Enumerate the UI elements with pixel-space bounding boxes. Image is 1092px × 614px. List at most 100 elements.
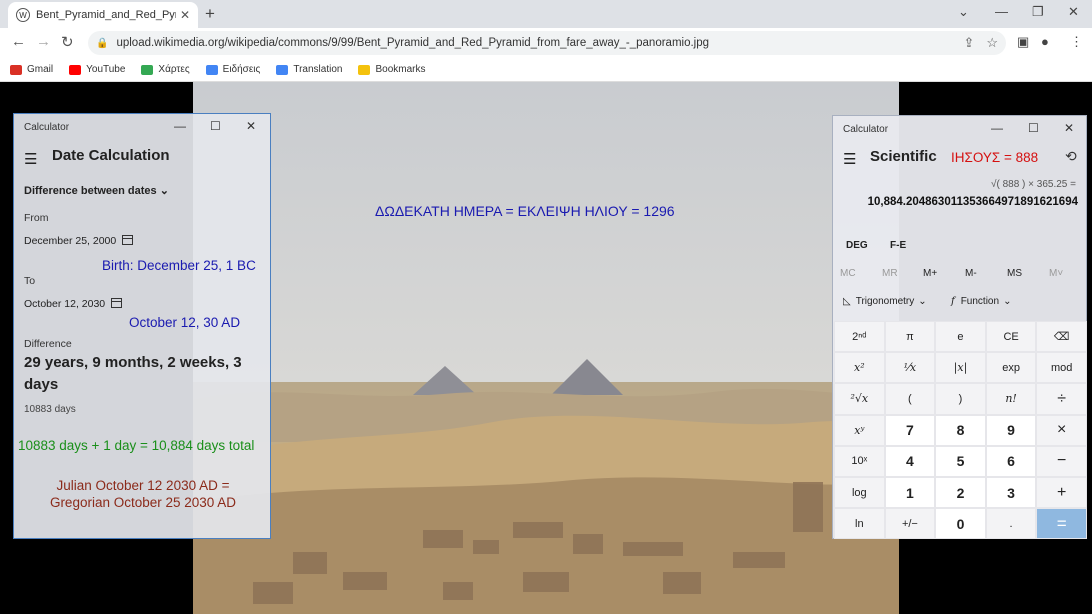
- key-button[interactable]: exp: [985, 352, 1037, 384]
- history-icon[interactable]: ⟲: [1065, 148, 1077, 165]
- trigonometry-label: Trigonometry: [855, 296, 915, 307]
- to-date-picker[interactable]: October 12, 2030: [24, 298, 123, 310]
- key-button[interactable]: 3: [985, 476, 1037, 509]
- key-button[interactable]: 5: [935, 445, 986, 477]
- new-tab-button[interactable]: +: [205, 4, 215, 24]
- key-button[interactable]: log: [834, 476, 885, 509]
- key-button[interactable]: 1: [884, 476, 936, 509]
- menu-dots-icon[interactable]: ⋮: [1070, 34, 1083, 50]
- key-button[interactable]: .: [985, 508, 1037, 540]
- memory-button[interactable]: MR: [882, 268, 898, 279]
- hamburger-menu-icon[interactable]: ☰: [24, 150, 37, 168]
- difference-label: Difference: [24, 338, 72, 350]
- key-button[interactable]: ): [935, 383, 986, 415]
- bookmark-item[interactable]: Ειδήσεις: [205, 64, 260, 75]
- restore-icon[interactable]: ❐: [1032, 4, 1044, 20]
- key-button[interactable]: |x|: [935, 352, 986, 384]
- bookmark-label: Translation: [293, 64, 343, 75]
- trigonometry-dropdown[interactable]: ◺ Trigonometry ⌄: [843, 296, 927, 307]
- key-button[interactable]: ¹⁄x: [884, 352, 936, 384]
- chevron-down-icon: ⌄: [918, 296, 927, 307]
- keypad: 2ⁿᵈ π e CE ⌫ x² ¹⁄x |x| exp mod ²√x() n! ÷ xʸ 7 8 9 × 10ˣ 4…: [834, 321, 1087, 540]
- share-icon[interactable]: ⇪: [963, 35, 974, 51]
- key-button[interactable]: mod: [1036, 352, 1087, 384]
- key-button[interactable]: ÷: [1036, 383, 1087, 415]
- memory-button[interactable]: MS: [1007, 268, 1022, 279]
- key-button[interactable]: 6: [985, 445, 1037, 477]
- key-button[interactable]: ⌫: [1036, 321, 1087, 353]
- triangle-icon: ◺: [843, 296, 851, 307]
- key-button[interactable]: 2ⁿᵈ: [834, 321, 885, 353]
- key-button[interactable]: CE: [985, 321, 1037, 353]
- key-button[interactable]: 0: [935, 508, 986, 540]
- bookmark-icon: [10, 64, 22, 75]
- key-button[interactable]: ln: [834, 508, 885, 540]
- key-button[interactable]: 8: [935, 414, 986, 446]
- bookmark-item[interactable]: Gmail: [10, 64, 53, 75]
- key-button[interactable]: x²: [834, 352, 885, 384]
- key-button[interactable]: ×: [1036, 414, 1087, 446]
- date-calculator-window: Calculator — ☐ ✕ ☰ Date Calculation Diff…: [13, 113, 271, 539]
- close-icon[interactable]: ✕: [1064, 121, 1074, 135]
- from-date-value: December 25, 2000: [24, 235, 117, 247]
- minimize-icon[interactable]: —: [991, 121, 1003, 135]
- bookmark-icon: [276, 64, 289, 75]
- close-window-icon[interactable]: ✕: [1068, 4, 1079, 20]
- key-button[interactable]: 9: [985, 414, 1037, 446]
- maximize-icon[interactable]: ☐: [1028, 121, 1039, 135]
- key-button[interactable]: +/−: [884, 508, 936, 540]
- mode-dropdown[interactable]: Difference between dates ⌄: [24, 184, 169, 197]
- bookmark-item[interactable]: Χάρτες: [141, 64, 190, 75]
- forward-icon[interactable]: →: [36, 33, 51, 50]
- bookmark-star-icon[interactable]: ☆: [986, 35, 998, 51]
- memory-button[interactable]: M˅: [1049, 268, 1063, 279]
- key-button[interactable]: 10ˣ: [834, 445, 885, 477]
- to-label: To: [24, 275, 36, 287]
- key-button[interactable]: −: [1036, 445, 1087, 477]
- page-title: Scientific: [870, 148, 937, 165]
- key-button[interactable]: (: [884, 383, 936, 415]
- memory-button[interactable]: MC: [840, 268, 856, 279]
- expression-display: √( 888 ) × 365.25 =: [991, 179, 1076, 190]
- calendar-icon: [111, 298, 123, 308]
- key-button[interactable]: 4: [884, 445, 936, 477]
- function-label: Function: [960, 296, 1000, 307]
- from-date-picker[interactable]: December 25, 2000: [24, 235, 134, 247]
- chevron-down-icon: ⌄: [1003, 296, 1012, 307]
- side-panel-icon[interactable]: ▣: [1017, 34, 1029, 50]
- browser-tab[interactable]: W Bent_Pyramid_and_Red_Pyramid ✕: [8, 2, 198, 28]
- key-button[interactable]: n!: [985, 383, 1037, 415]
- angle-mode-button[interactable]: DEG: [846, 240, 868, 251]
- bookmark-item[interactable]: YouTube: [69, 64, 125, 75]
- overlay-greek-caption: ΔΩΔΕΚΑΤΗ ΗΜΕΡΑ = ΕΚΛΕΙΨΗ ΗΛΙΟΥ = 1296: [375, 203, 675, 219]
- function-dropdown[interactable]: f Function ⌄: [951, 296, 1011, 307]
- profile-avatar-icon[interactable]: ●: [1041, 34, 1049, 49]
- key-button[interactable]: π: [884, 321, 936, 353]
- key-button[interactable]: 7: [884, 414, 936, 446]
- window-title: Calculator: [24, 122, 70, 133]
- reload-icon[interactable]: ↻: [61, 33, 74, 51]
- key-button[interactable]: e: [935, 321, 986, 353]
- pyramid-photo: [193, 82, 899, 614]
- address-bar[interactable]: 🔒 upload.wikimedia.org/wikipedia/commons…: [88, 31, 1006, 55]
- bookmark-item[interactable]: Bookmarks: [358, 64, 425, 75]
- to-date-value: October 12, 2030: [24, 298, 106, 310]
- maximize-icon[interactable]: ☐: [210, 119, 221, 133]
- memory-button[interactable]: M-: [965, 268, 977, 279]
- key-button[interactable]: ²√x: [834, 383, 885, 415]
- key-button[interactable]: +: [1036, 476, 1087, 509]
- bookmark-icon: [205, 64, 218, 75]
- minimize-icon[interactable]: —: [995, 4, 1008, 19]
- hamburger-menu-icon[interactable]: ☰: [843, 150, 856, 168]
- close-icon[interactable]: ✕: [246, 119, 256, 133]
- bookmark-item[interactable]: Translation: [276, 64, 342, 75]
- fe-button[interactable]: F-E: [890, 240, 906, 251]
- key-button[interactable]: 2: [935, 476, 986, 509]
- minimize-icon[interactable]: —: [174, 119, 186, 133]
- key-button[interactable]: xʸ: [834, 414, 885, 446]
- memory-button[interactable]: M+: [923, 268, 937, 279]
- tab-search-icon[interactable]: ⌄: [958, 4, 969, 20]
- key-button[interactable]: =: [1036, 508, 1087, 540]
- back-icon[interactable]: ←: [11, 33, 26, 50]
- tab-close-icon[interactable]: ✕: [180, 8, 190, 22]
